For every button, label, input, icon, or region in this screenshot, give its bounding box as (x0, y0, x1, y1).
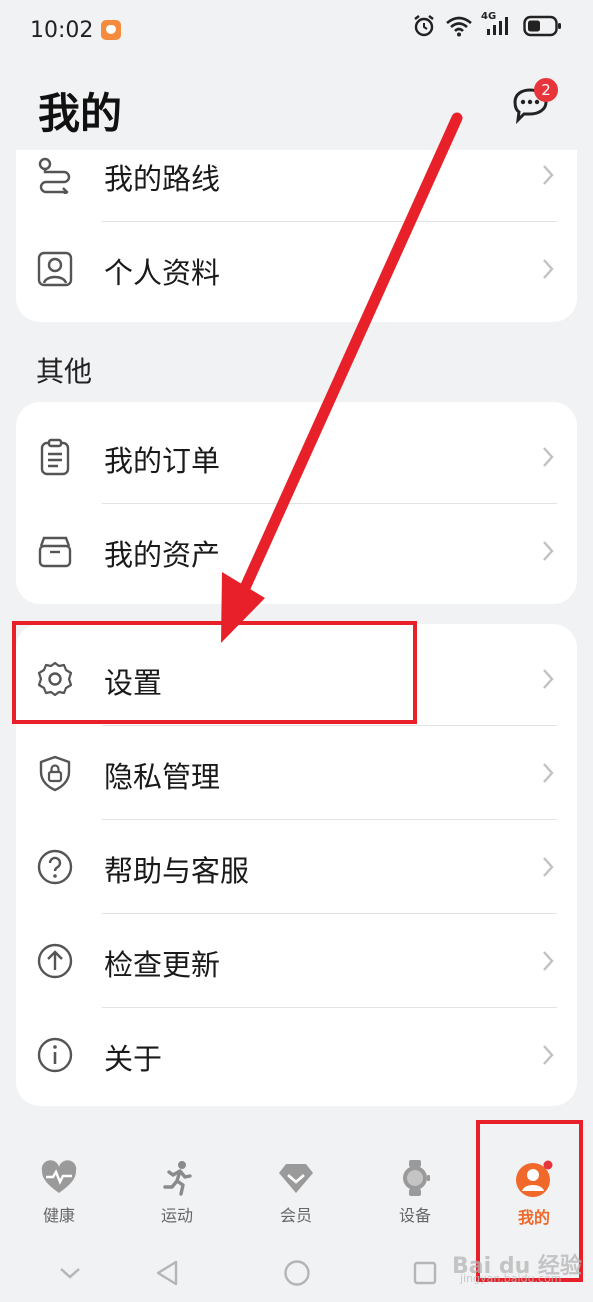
status-bar: 10:02 4G (0, 0, 593, 60)
chevron-down-icon[interactable] (58, 1265, 82, 1281)
menu-item-about[interactable]: 关于 (16, 1008, 577, 1102)
profile-card: 我的路线 个人资料 (16, 150, 577, 322)
settings-card: 设置 隐私管理 帮助与客服 检查更新 关于 (16, 624, 577, 1106)
help-icon (37, 849, 73, 885)
tab-health[interactable]: 健康 (0, 1140, 118, 1240)
recent-apps-icon[interactable] (412, 1260, 438, 1286)
chevron-right-icon (543, 669, 554, 689)
section-title-other: 其他 (36, 355, 93, 388)
profile-icon (37, 251, 73, 287)
chevron-right-icon (543, 1045, 554, 1065)
menu-item-label: 隐私管理 (104, 760, 221, 794)
info-icon (37, 1037, 73, 1073)
gear-icon (37, 661, 73, 697)
tab-label: 会员 (279, 1206, 312, 1225)
menu-item-settings[interactable]: 设置 (16, 632, 577, 726)
alarm-icon (414, 15, 434, 37)
back-icon[interactable] (154, 1259, 180, 1287)
status-time: 10:02 (30, 17, 94, 43)
watch-icon (403, 1160, 430, 1196)
other-card: 我的订单 我的资产 (16, 402, 577, 604)
tab-label: 运动 (160, 1206, 193, 1225)
menu-item-label: 我的路线 (104, 162, 221, 196)
menu-item-privacy[interactable]: 隐私管理 (16, 726, 577, 820)
running-icon (163, 1161, 192, 1196)
menu-item-label: 帮助与客服 (104, 854, 250, 888)
menu-item-my-assets[interactable]: 我的资产 (16, 504, 577, 598)
menu-item-label: 我的订单 (104, 444, 221, 478)
update-icon (37, 943, 73, 979)
tab-exercise[interactable]: 运动 (118, 1140, 236, 1240)
tab-membership[interactable]: 会员 (237, 1140, 355, 1240)
chevron-right-icon (543, 951, 554, 971)
tab-label: 我的 (517, 1208, 550, 1227)
menu-item-label: 我的资产 (104, 538, 221, 572)
route-icon (38, 157, 71, 194)
chevron-right-icon (543, 447, 554, 467)
battery-icon (523, 15, 561, 37)
watermark-url: jingyan.baidu.com (460, 1272, 562, 1285)
menu-item-profile[interactable]: 个人资料 (16, 222, 577, 316)
menu-item-check-update[interactable]: 检查更新 (16, 914, 577, 1008)
order-icon (40, 438, 70, 476)
status-icons: 4G (413, 11, 563, 38)
chevron-right-icon (543, 259, 554, 279)
tab-devices[interactable]: 设备 (356, 1140, 474, 1240)
menu-item-my-route[interactable]: 我的路线 (16, 128, 577, 222)
tab-label: 设备 (398, 1206, 431, 1225)
cellular-signal-icon: 4G (481, 11, 513, 37)
diamond-icon (279, 1164, 313, 1193)
chevron-right-icon (543, 857, 554, 877)
privacy-shield-icon (39, 755, 71, 792)
health-app-notification-icon (101, 20, 122, 40)
user-avatar-icon (516, 1160, 553, 1197)
chevron-right-icon (543, 165, 554, 185)
chevron-right-icon (543, 541, 554, 561)
tab-me[interactable]: 我的 (475, 1140, 593, 1240)
assets-icon (38, 536, 72, 568)
home-icon[interactable] (283, 1259, 311, 1287)
menu-item-my-orders[interactable]: 我的订单 (16, 410, 577, 504)
menu-item-help[interactable]: 帮助与客服 (16, 820, 577, 914)
message-count-badge: 2 (534, 78, 558, 102)
menu-item-label: 设置 (104, 666, 163, 700)
bottom-tab-bar: 健康 运动 会员 设备 我的 (0, 1140, 593, 1240)
tab-label: 健康 (42, 1206, 75, 1225)
menu-item-label: 检查更新 (104, 948, 221, 982)
menu-item-label: 个人资料 (104, 256, 221, 290)
heart-icon (41, 1160, 77, 1193)
menu-item-label: 关于 (104, 1042, 163, 1076)
wifi-icon (446, 16, 472, 37)
chevron-right-icon (543, 763, 554, 783)
